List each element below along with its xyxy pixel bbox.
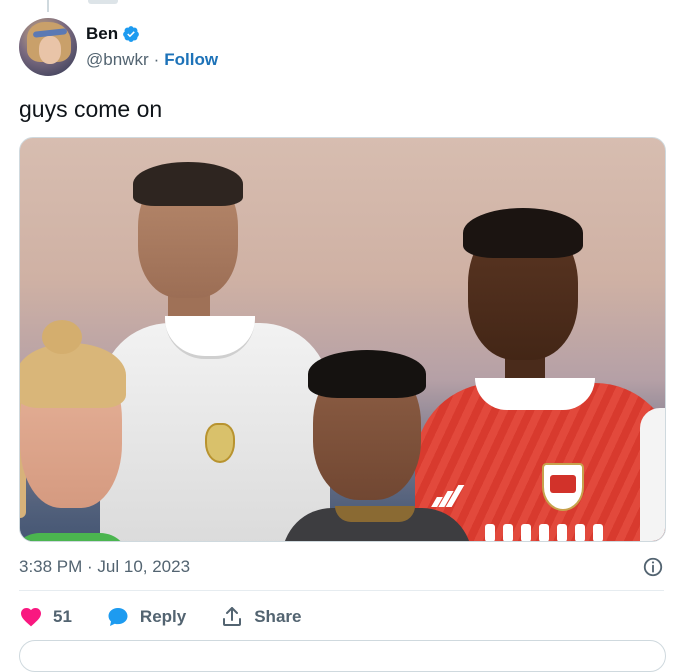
share-label: Share — [254, 607, 302, 626]
kit-brand-stripes-icon — [431, 483, 465, 507]
reply-label: Reply — [139, 607, 187, 626]
kit-sponsor-lettering — [485, 524, 615, 541]
divider — [19, 590, 664, 591]
like-button[interactable]: 51 — [19, 605, 72, 629]
author-info: Ben @bnwkr · Follow — [86, 24, 218, 70]
share-button[interactable]: Share — [220, 605, 301, 629]
player-collar-trim — [335, 506, 415, 522]
tweet-meta: 3:38 PM · Jul 10, 2023 — [19, 555, 664, 579]
tweet-actions: 51 Reply Share — [19, 603, 301, 631]
reply-button[interactable]: Reply — [106, 605, 186, 629]
handle-separator: · — [153, 50, 160, 69]
author-handle-row: @bnwkr · Follow — [86, 50, 218, 70]
player-hair — [20, 343, 126, 408]
like-count: 51 — [53, 607, 72, 626]
info-icon[interactable] — [642, 556, 664, 578]
club-badge-icon — [542, 463, 584, 511]
avatar[interactable] — [19, 18, 77, 76]
heart-icon — [19, 605, 43, 629]
player-hair-bun — [42, 320, 82, 354]
player-collar — [475, 378, 595, 410]
reply-bubble-icon — [106, 605, 130, 629]
tweet-timestamp[interactable]: 3:38 PM · Jul 10, 2023 — [19, 557, 190, 577]
author-name[interactable]: Ben — [86, 24, 118, 44]
player-hair — [463, 208, 583, 258]
thread-connector-line — [47, 0, 49, 12]
follow-button[interactable]: Follow — [164, 50, 218, 70]
player-sleeve — [640, 408, 665, 541]
author-name-row: Ben — [86, 24, 218, 44]
share-icon — [220, 605, 244, 629]
avatar-face — [39, 36, 61, 64]
player-hair — [308, 350, 426, 398]
player-hair — [133, 162, 243, 206]
tweet-text: guys come on — [19, 96, 163, 122]
previous-tweet-edge — [88, 0, 118, 4]
verified-badge-icon — [122, 25, 140, 43]
author-handle[interactable]: @bnwkr — [86, 50, 149, 70]
tweet-media-image[interactable] — [19, 137, 666, 542]
tweet-header: Ben @bnwkr · Follow — [19, 17, 218, 77]
club-crest-icon — [205, 423, 235, 463]
